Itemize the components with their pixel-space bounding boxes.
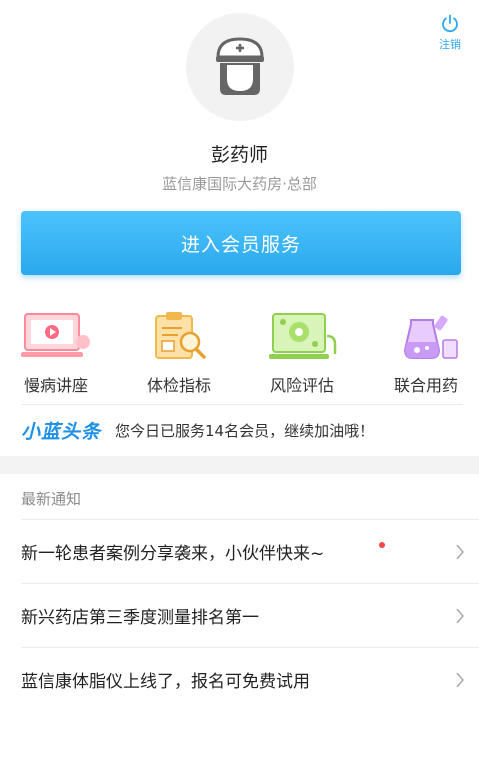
notice-list: 新一轮患者案例分享袭来，小伙伴快来~ 新兴药店第三季度测量排名第一 蓝信康体脂仪…	[0, 519, 479, 711]
logout-button[interactable]: 注销	[435, 14, 465, 52]
chevron-right-icon	[456, 608, 464, 624]
feature-chronic-lecture[interactable]: 慢病讲座	[6, 310, 106, 396]
enter-member-service-button[interactable]: 进入会员服务	[21, 211, 461, 275]
feature-checkup-index[interactable]: 体检指标	[129, 310, 229, 396]
feature-label: 体检指标	[146, 376, 211, 395]
feature-label: 慢病讲座	[23, 376, 88, 395]
power-icon	[442, 14, 458, 33]
chevron-right-icon	[456, 672, 464, 688]
feature-combined-medication[interactable]: 联合用药	[376, 310, 476, 396]
pharmacist-name: 彭药师	[210, 144, 268, 166]
notice-text: 新一轮患者案例分享袭来，小伙伴快来~	[21, 544, 325, 564]
headline-logo: 小蓝头条	[21, 421, 102, 443]
notice-item[interactable]: 新一轮患者案例分享袭来，小伙伴快来~	[21, 519, 479, 583]
chevron-right-icon	[456, 544, 464, 560]
combined-medication-icon	[403, 315, 458, 359]
feature-risk-assessment[interactable]: 风险评估	[252, 310, 352, 396]
avatar[interactable]	[186, 13, 294, 121]
feature-label: 风险评估	[269, 376, 334, 395]
headline-text: 您今日已服务14名会员，继续加油哦！	[115, 422, 375, 440]
lecture-screen-icon	[21, 313, 90, 357]
checkup-clipboard-icon	[155, 312, 206, 359]
feature-grid: 慢病讲座 体检指标 风险评估 联合用药	[0, 310, 479, 396]
notice-item[interactable]: 蓝信康体脂仪上线了，报名可免费试用	[21, 647, 479, 711]
headline-banner[interactable]: 小蓝头条 您今日已服务14名会员，继续加油哦！	[21, 404, 463, 456]
organization-name: 蓝信康国际大药房·总部	[162, 175, 317, 193]
feature-label: 联合用药	[393, 376, 458, 395]
logout-label: 注销	[439, 38, 461, 51]
notice-item[interactable]: 新兴药店第三季度测量排名第一	[21, 583, 479, 647]
notice-text: 新兴药店第三季度测量排名第一	[21, 608, 259, 628]
notices-section-title: 最新通知	[21, 490, 82, 508]
section-divider	[0, 456, 479, 474]
unread-dot	[379, 542, 385, 548]
notice-text: 蓝信康体脂仪上线了，报名可免费试用	[21, 672, 310, 692]
pharmacist-nurse-icon	[216, 37, 264, 95]
risk-assessment-icon	[269, 313, 337, 359]
